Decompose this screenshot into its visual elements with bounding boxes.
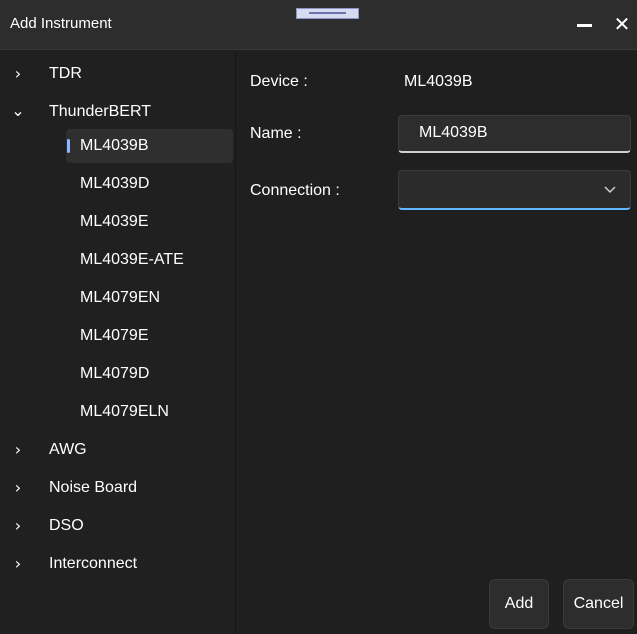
- instrument-tree: › TDR ⌄ ThunderBERT ML4039B ML4039D ML40…: [0, 51, 235, 634]
- chevron-right-icon: ›: [14, 516, 22, 535]
- close-button[interactable]: ✕: [608, 10, 636, 40]
- tree-item-awg[interactable]: › AWG: [0, 431, 235, 469]
- window-title: Add Instrument: [10, 15, 112, 32]
- connection-select[interactable]: [398, 170, 631, 210]
- tree-item-label: ML4079EN: [80, 289, 161, 306]
- tree-item-label: ThunderBERT: [49, 103, 151, 120]
- titlebar: Add Instrument ✕: [0, 0, 637, 50]
- tree-item-ml4079e[interactable]: ML4079E: [0, 317, 235, 355]
- chevron-right-icon: ›: [14, 64, 22, 83]
- add-button[interactable]: Add: [489, 579, 549, 629]
- tree-item-label: AWG: [49, 441, 87, 458]
- tree-item-label: ML4079ELN: [80, 403, 169, 420]
- minimize-icon: [576, 23, 592, 27]
- tree-item-thunderbert[interactable]: ⌄ ThunderBERT: [0, 93, 235, 131]
- tree-item-ml4039e-ate[interactable]: ML4039E-ATE: [0, 241, 235, 279]
- chevron-right-icon: ›: [14, 554, 22, 573]
- chevron-down-icon: ⌄: [11, 103, 25, 120]
- tree-item-interconnect[interactable]: › Interconnect: [0, 545, 235, 583]
- drag-handle-icon[interactable]: [296, 8, 359, 19]
- tree-item-ml4039b[interactable]: ML4039B: [0, 127, 235, 165]
- chevron-right-icon: ›: [14, 440, 22, 459]
- name-input-value: ML4039B: [419, 124, 488, 141]
- tree-item-ml4079en[interactable]: ML4079EN: [0, 279, 235, 317]
- tree-item-tdr[interactable]: › TDR: [0, 55, 235, 93]
- selection-indicator: [67, 139, 70, 153]
- tree-item-label: DSO: [49, 517, 84, 534]
- connection-label: Connection :: [250, 182, 340, 199]
- device-value: ML4039B: [404, 73, 473, 90]
- tree-item-label: TDR: [49, 65, 82, 82]
- tree-item-dso[interactable]: › DSO: [0, 507, 235, 545]
- tree-item-label: ML4039B: [80, 137, 149, 154]
- chevron-right-icon: ›: [14, 478, 22, 497]
- chevron-down-icon: [604, 186, 616, 194]
- tree-item-ml4079d[interactable]: ML4079D: [0, 355, 235, 393]
- name-label: Name :: [250, 125, 302, 142]
- tree-item-ml4039e[interactable]: ML4039E: [0, 203, 235, 241]
- tree-item-label: Interconnect: [49, 555, 138, 572]
- device-label: Device :: [250, 73, 308, 90]
- tree-item-label: ML4079E: [80, 327, 149, 344]
- tree-item-ml4079eln[interactable]: ML4079ELN: [0, 393, 235, 431]
- tree-item-label: Noise Board: [49, 479, 138, 496]
- cancel-button[interactable]: Cancel: [563, 579, 634, 629]
- tree-item-label: ML4079D: [80, 365, 150, 382]
- tree-item-noise-board[interactable]: › Noise Board: [0, 469, 235, 507]
- tree-item-label: ML4039E: [80, 213, 149, 230]
- minimize-button[interactable]: [570, 10, 598, 40]
- name-input[interactable]: ML4039B: [398, 115, 631, 153]
- tree-item-ml4039d[interactable]: ML4039D: [0, 165, 235, 203]
- tree-item-label: ML4039E-ATE: [80, 251, 184, 268]
- tree-item-label: ML4039D: [80, 175, 150, 192]
